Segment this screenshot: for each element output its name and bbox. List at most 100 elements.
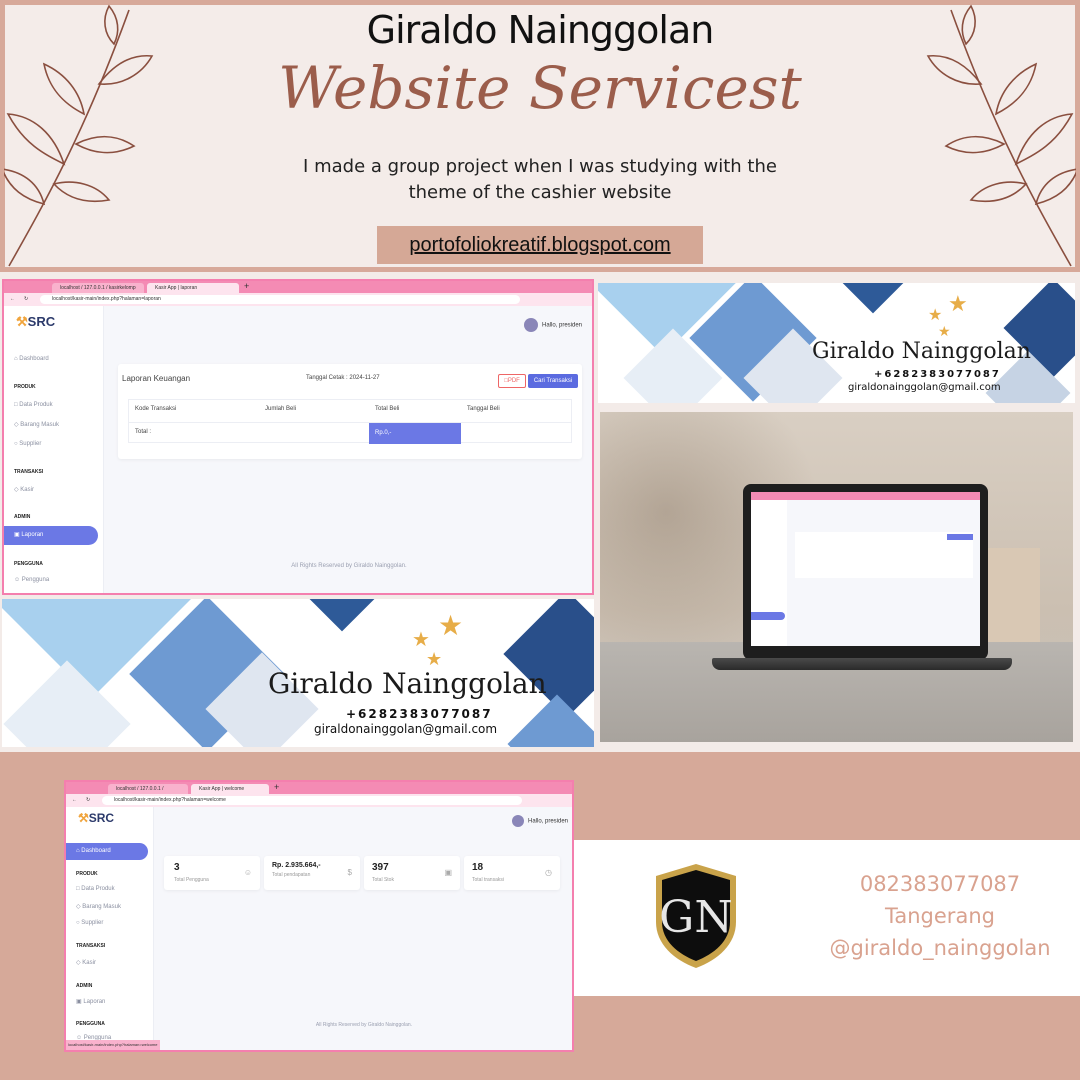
- user-greeting[interactable]: Hallo, presiden: [512, 815, 568, 827]
- sidebar-item-data-produk[interactable]: □ Data Produk: [14, 402, 53, 408]
- footer-text: All Rights Reserved by Giraldo Nainggola…: [315, 1022, 413, 1028]
- deco-square: [837, 283, 909, 314]
- contact-city: Tangerang: [885, 904, 995, 928]
- new-tab-icon[interactable]: +: [274, 782, 279, 793]
- sidebar-item-supplier[interactable]: ○ Supplier: [14, 441, 41, 447]
- banner-name: Giraldo Nainggolan: [268, 667, 547, 700]
- stat-card-pengguna: 3 Total Pengguna ☺: [164, 856, 260, 890]
- total-label: Total :: [135, 429, 152, 435]
- contact-banner-top: ★ ★ ★ Giraldo Nainggolan +6282383077087 …: [598, 283, 1075, 403]
- sidebar: ⚒SRC ⌂ Dashboard PRODUK □ Data Produk ◇ …: [66, 807, 154, 1042]
- script-subtitle: Website Servicest: [278, 54, 802, 122]
- contact-phone: 082383077087: [859, 872, 1021, 896]
- total-value: Rp.0,-: [369, 423, 461, 444]
- report-table: Kode Transaksi Jumlah Beli Total Beli Ta…: [128, 399, 572, 444]
- stat-value: 397: [372, 862, 389, 873]
- project-description: I made a group project when I was studyi…: [303, 156, 777, 203]
- box-icon: ▣: [444, 868, 452, 877]
- star-icon: ★: [938, 323, 951, 339]
- sidebar-item-dashboard[interactable]: ⌂ Dashboard: [66, 843, 148, 860]
- sidebar-item-dashboard[interactable]: ⌂ Dashboard: [14, 356, 49, 362]
- stat-label: Total Stok: [372, 877, 394, 883]
- col-total: Total Beli: [375, 406, 400, 412]
- deco-square: [299, 599, 385, 632]
- pdf-button[interactable]: □PDF: [498, 374, 526, 388]
- section-admin: ADMIN: [76, 983, 93, 989]
- page-title: Giraldo Nainggolan: [366, 8, 715, 52]
- star-icon: ★: [438, 610, 464, 641]
- url-bar: ← ↻ localhost/kasir-main/index.php?halam…: [4, 293, 592, 306]
- mini-active-item: [751, 612, 785, 620]
- mini-sidebar: [751, 500, 787, 646]
- tab-welcome[interactable]: Kasir App | welcome: [191, 784, 269, 794]
- search-transaction-button[interactable]: Cari Transaksi: [528, 374, 578, 388]
- avatar: [512, 815, 524, 827]
- star-icon: ★: [928, 307, 943, 324]
- section-pengguna: PENGGUNA: [14, 561, 43, 567]
- sidebar: ⚒SRC ⌂ Dashboard PRODUK □ Data Produk ◇ …: [4, 306, 104, 593]
- sidebar-item-barang-masuk[interactable]: ◇ Barang Masuk: [14, 421, 59, 428]
- laptop-display: [751, 492, 980, 646]
- stat-card-stok: 397 Total Stok ▣: [364, 856, 460, 890]
- section-transaksi: TRANSAKSI: [14, 469, 44, 475]
- section-produk: PRODUK: [14, 384, 36, 390]
- sidebar-item-data-produk[interactable]: □ Data Produk: [76, 886, 115, 892]
- gn-shield-logo: GN: [656, 864, 736, 968]
- laporan-window: localhost / 127.0.0.1 / kasirkelomp Kasi…: [2, 279, 594, 595]
- url-input[interactable]: localhost/kasir-main/index.php?halaman=w…: [102, 796, 522, 805]
- col-tanggal: Tanggal Beli: [467, 406, 500, 412]
- sidebar-item-pengguna[interactable]: ☺ Pengguna: [14, 577, 49, 583]
- user-greeting[interactable]: Hallo, presiden: [524, 318, 582, 332]
- blog-link[interactable]: portofoliokreatif.blogspot.com: [377, 226, 703, 264]
- mini-button: [947, 534, 973, 540]
- tab-phpmyadmin[interactable]: localhost / 127.0.0.1 / kasirkelomp: [52, 283, 144, 293]
- status-url: localhost/kasir-main/index.php?halaman=w…: [66, 1040, 160, 1050]
- sidebar-item-supplier[interactable]: ○ Supplier: [76, 920, 103, 926]
- tab-bar: localhost / 127.0.0.1 / kasirkelom Kasir…: [66, 782, 572, 802]
- stat-card-pendapatan: Rp. 2.935.664,- Total pendapatan $: [264, 856, 360, 890]
- sidebar-item-kasir[interactable]: ◇ Kasir: [76, 959, 96, 966]
- new-tab-icon[interactable]: +: [244, 281, 249, 292]
- stat-value: 3: [174, 862, 180, 873]
- reload-icon[interactable]: ↻: [24, 293, 28, 306]
- src-logo: ⚒SRC: [16, 314, 56, 329]
- sidebar-item-laporan[interactable]: ▣ Laporan: [76, 998, 105, 1005]
- section-transaksi: TRANSAKSI: [76, 943, 106, 949]
- section-pengguna: PENGGUNA: [76, 1021, 105, 1027]
- dollar-icon: $: [347, 868, 352, 877]
- back-icon[interactable]: ←: [72, 794, 77, 807]
- sidebar-item-barang-masuk[interactable]: ◇ Barang Masuk: [76, 903, 121, 910]
- laptop-screen: [743, 484, 988, 660]
- section-admin: ADMIN: [14, 514, 31, 520]
- url-bar: ← ↻ localhost/kasir-main/index.php?halam…: [66, 794, 572, 807]
- laptop-photo: [600, 412, 1073, 742]
- tab-phpmyadmin[interactable]: localhost / 127.0.0.1 / kasirkelom: [108, 784, 188, 802]
- stat-card-transaksi: 18 Total transaksi ◷: [464, 856, 560, 890]
- stat-label: Total pendapatan: [272, 872, 311, 878]
- star-icon: ★: [948, 291, 968, 316]
- mini-tabbar: [751, 492, 980, 500]
- back-icon[interactable]: ←: [10, 293, 15, 306]
- svg-text:GN: GN: [659, 892, 733, 943]
- contact-handle: @giraldo_nainggolan: [829, 936, 1051, 960]
- footer-text: All Rights Reserved by Giraldo Nainggola…: [291, 563, 407, 569]
- col-kode: Kode Transaksi: [135, 406, 177, 412]
- col-jumlah: Jumlah Beli: [265, 406, 297, 412]
- banner-phone: +6282383077087: [346, 707, 493, 721]
- reload-icon[interactable]: ↻: [86, 794, 90, 807]
- clock-icon: ◷: [545, 868, 552, 877]
- stat-value: Rp. 2.935.664,-: [272, 862, 321, 869]
- sidebar-item-laporan[interactable]: ▣ Laporan: [4, 526, 98, 545]
- laptop-base: [712, 658, 1012, 670]
- report-title: Laporan Keuangan: [122, 374, 191, 383]
- banner-email: giraldonainggolan@gmail.com: [314, 722, 498, 736]
- banner-name: Giraldo Nainggolan: [812, 339, 1031, 364]
- user-plus-icon: ☺: [243, 868, 252, 877]
- sidebar-item-kasir[interactable]: ◇ Kasir: [14, 486, 34, 493]
- print-date: Tanggal Cetak : 2024-11-27: [306, 375, 380, 381]
- url-input[interactable]: localhost/kasir-main/index.php?halaman=l…: [40, 295, 520, 304]
- stat-label: Total transaksi: [472, 877, 504, 883]
- tab-laporan[interactable]: Kasir App | laporan: [147, 283, 239, 293]
- banner-phone: +6282383077087: [874, 369, 1001, 380]
- section-produk: PRODUK: [76, 871, 98, 877]
